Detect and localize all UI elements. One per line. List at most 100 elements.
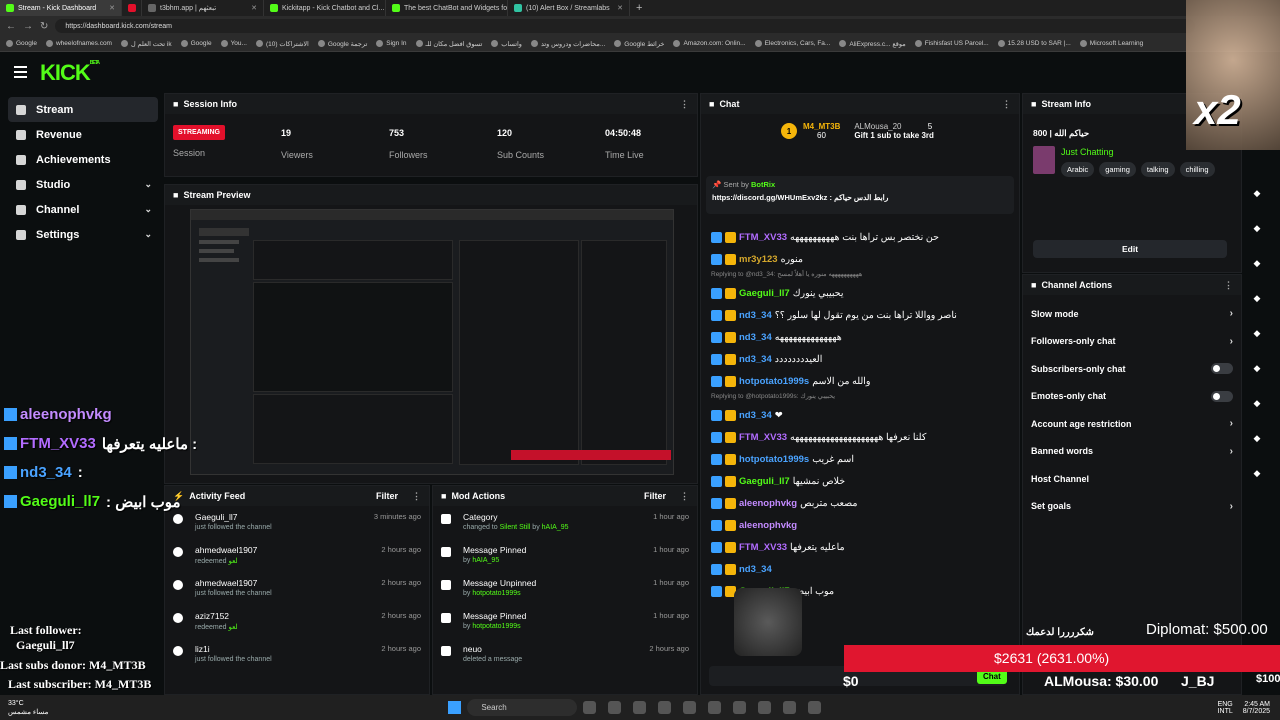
task-view-icon[interactable]: [583, 701, 597, 714]
toggle-switch[interactable]: [1211, 363, 1233, 375]
bookmark-item[interactable]: تحت العلم ل ik: [120, 40, 172, 48]
channel-action-account-age-restriction[interactable]: Account age restriction ›: [1023, 410, 1241, 438]
mod-user[interactable]: hAIA_95: [542, 524, 569, 531]
stream-tag[interactable]: talking: [1140, 162, 1175, 177]
channel-action-slow-mode[interactable]: Slow mode ›: [1023, 300, 1241, 328]
broadcast-icon[interactable]: ◆: [1246, 357, 1268, 379]
browser-tab[interactable]: (10) Alert Box / Streamlabs ✕: [508, 0, 630, 16]
chat-username[interactable]: nd3_34: [739, 410, 772, 421]
reload-icon[interactable]: ↻: [40, 21, 48, 32]
activity-filter-button[interactable]: Filter: [376, 491, 398, 501]
browser-tab[interactable]: t3bhm.app | تبعثهم ✕: [142, 0, 264, 16]
stream-preview-video[interactable]: [190, 209, 674, 475]
bookmark-item[interactable]: wheelofnames.com: [45, 40, 112, 47]
channel-action-set-goals[interactable]: Set goals ›: [1023, 493, 1241, 521]
clock[interactable]: 2:45 AM 8/7/2025: [1243, 701, 1270, 715]
sidebar-item-achievements[interactable]: Achievements: [8, 147, 158, 172]
sidebar-item-revenue[interactable]: Revenue: [8, 122, 158, 147]
chat-username[interactable]: aleenophvkg: [739, 498, 797, 509]
activity-user[interactable]: ahmedwael1907: [195, 578, 272, 588]
stream-tag[interactable]: Arabic: [1061, 162, 1095, 177]
chrome-icon[interactable]: [783, 701, 797, 714]
obs-icon[interactable]: [758, 701, 772, 714]
file-explorer-icon[interactable]: [608, 701, 622, 714]
bookmark-item[interactable]: Fishisfast US Parcel...: [914, 40, 989, 47]
sidebar-item-studio[interactable]: Studio ⌄: [8, 172, 158, 197]
channel-action-subscribers-only-chat[interactable]: Subscribers-only chat: [1023, 355, 1241, 383]
weather-widget[interactable]: 33°C مساء مشمس: [8, 699, 48, 717]
more-icon[interactable]: ⋮: [680, 491, 689, 502]
chat-username[interactable]: FTM_XV33: [739, 542, 787, 553]
activity-user[interactable]: liz1i: [195, 644, 272, 654]
mod-user[interactable]: hotpotato1999s: [472, 590, 520, 597]
more-icon[interactable]: ⋮: [412, 491, 421, 502]
back-icon[interactable]: ←: [6, 21, 16, 32]
sidebar-item-settings[interactable]: Settings ⌄: [8, 222, 158, 247]
sidebar-item-channel[interactable]: Channel ⌄: [8, 197, 158, 222]
channel-action-banned-words[interactable]: Banned words ›: [1023, 438, 1241, 466]
more-icon[interactable]: ⋮: [1002, 99, 1011, 110]
chat-icon[interactable]: ◆: [1246, 322, 1268, 344]
chat-username[interactable]: aleenophvkg: [739, 520, 797, 531]
brave-icon[interactable]: [683, 701, 697, 714]
mod-user[interactable]: hAIA_95: [472, 557, 499, 564]
store-icon[interactable]: [658, 701, 672, 714]
bookmark-item[interactable]: Google: [6, 40, 37, 47]
clipboard-icon[interactable]: ◆: [1246, 287, 1268, 309]
mod-user[interactable]: hotpotato1999s: [472, 623, 520, 630]
wrench-icon[interactable]: ◆: [1246, 427, 1268, 449]
bookmark-item[interactable]: 15.28 USD to SAR |...: [997, 40, 1071, 47]
channel-action-host-channel[interactable]: Host Channel: [1023, 465, 1241, 493]
browser-tab[interactable]: [122, 0, 142, 16]
url-input[interactable]: https://dashboard.kick.com/stream: [55, 19, 1196, 33]
chat-username[interactable]: nd3_34: [739, 310, 772, 321]
bookmark-item[interactable]: تسوق افضل مكان للـ: [415, 40, 482, 48]
edit-button[interactable]: Edit: [1033, 240, 1227, 258]
discord-icon[interactable]: [708, 701, 722, 714]
mod-filter-button[interactable]: Filter: [644, 491, 666, 501]
expand-icon[interactable]: ◆: [1246, 182, 1268, 204]
puzzle-icon[interactable]: ◆: [1246, 462, 1268, 484]
sidebar-item-stream[interactable]: Stream: [8, 97, 158, 122]
forward-icon[interactable]: →: [23, 21, 33, 32]
target-icon[interactable]: ◆: [1246, 217, 1268, 239]
menu-icon[interactable]: [14, 66, 27, 81]
windows-start-icon[interactable]: [448, 701, 462, 714]
stream-tag[interactable]: gaming: [1099, 162, 1136, 177]
language-indicator[interactable]: ENG INTL: [1218, 701, 1233, 715]
toggle-switch[interactable]: [1211, 390, 1233, 402]
bookmark-item[interactable]: Microsoft Learning: [1079, 40, 1143, 47]
activity-user[interactable]: ahmedwael1907: [195, 545, 257, 555]
close-icon[interactable]: ✕: [251, 4, 257, 12]
activity-user[interactable]: Gaeguli_ll7: [195, 512, 272, 522]
bookmark-item[interactable]: واتساب: [491, 40, 522, 48]
chat-username[interactable]: nd3_34: [739, 354, 772, 365]
chat-username[interactable]: Gaeguli_ll7: [739, 476, 790, 487]
bookmark-item[interactable]: You...: [220, 40, 247, 47]
chat-username[interactable]: hotpotato1999s: [739, 454, 809, 465]
browser-tab[interactable]: Kickitapp - Kick Chatbot and Cl...✕: [264, 0, 386, 16]
chat-username[interactable]: nd3_34: [739, 564, 772, 575]
more-icon[interactable]: ⋮: [680, 99, 689, 110]
category-label[interactable]: Just Chatting: [1061, 147, 1114, 157]
chat-username[interactable]: mr3y123: [739, 254, 778, 265]
telegram-icon[interactable]: [808, 701, 822, 714]
bookmark-item[interactable]: Google ترجمة: [317, 40, 367, 48]
browser-tab[interactable]: Stream - Kick Dashboard ✕: [0, 0, 122, 16]
close-icon[interactable]: ✕: [109, 4, 115, 12]
bookmark-item[interactable]: محاضرات ودروس وتد...: [530, 40, 605, 48]
bookmark-item[interactable]: Sign In: [376, 40, 407, 47]
bookmark-item[interactable]: Electronics, Cars, Fa...: [754, 40, 830, 47]
more-icon[interactable]: ⋮: [1224, 280, 1233, 291]
bookmark-item[interactable]: Amazon.com: Onlin...: [673, 40, 746, 47]
activity-user[interactable]: aziz7152: [195, 611, 238, 621]
chat-username[interactable]: Gaeguli_ll7: [739, 288, 790, 299]
stream-tag[interactable]: chilling: [1179, 162, 1215, 177]
bookmark-item[interactable]: Google خرائط: [614, 40, 664, 48]
chat-username[interactable]: hotpotato1999s: [739, 376, 809, 387]
new-tab-icon[interactable]: +: [630, 2, 648, 14]
bookmark-item[interactable]: الاشتراكات (10): [255, 40, 309, 48]
list-icon[interactable]: ◆: [1246, 392, 1268, 414]
bolt-icon[interactable]: ◆: [1246, 252, 1268, 274]
browser-tab[interactable]: The best ChatBot and Widgets fo...✕: [386, 0, 508, 16]
